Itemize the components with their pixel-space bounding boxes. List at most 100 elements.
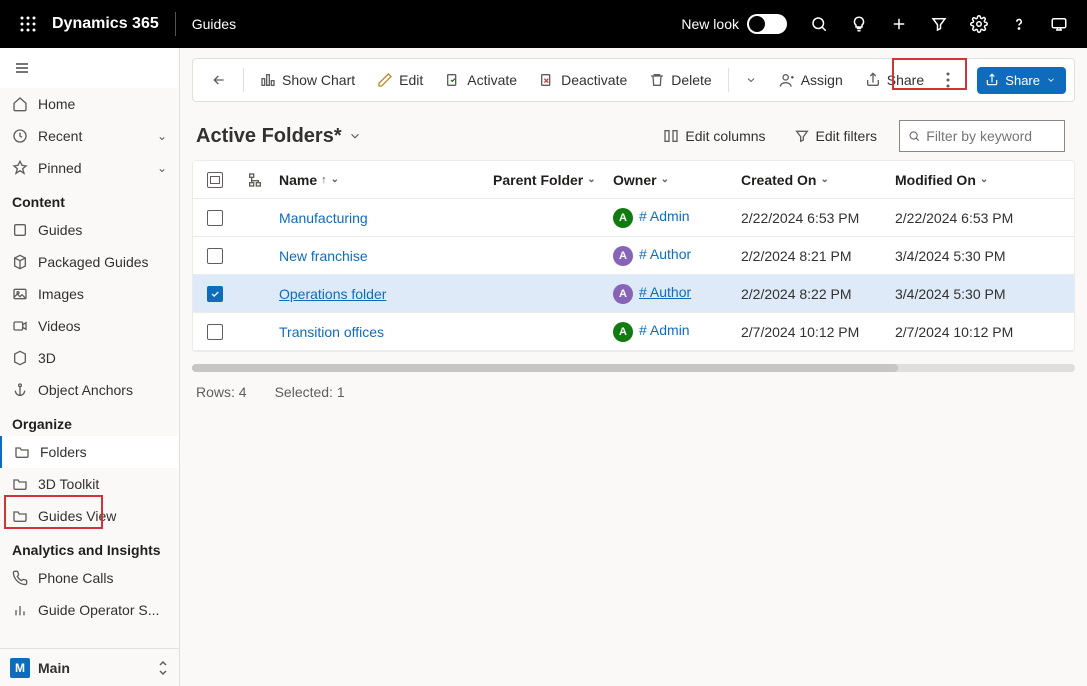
edit-button[interactable]: Edit [367, 66, 433, 94]
nav-videos[interactable]: Videos [0, 310, 179, 342]
toggle-switch[interactable] [747, 14, 787, 34]
col-name[interactable]: Name↑⌄ [273, 172, 493, 188]
owner-link[interactable]: # Author [639, 284, 691, 300]
share-button[interactable]: Share [855, 66, 934, 94]
support-icon[interactable] [1039, 15, 1079, 33]
created-cell: 2/7/2024 10:12 PM [741, 324, 895, 340]
share-primary-button[interactable]: Share [977, 67, 1066, 94]
col-modified[interactable]: Modified On⌄ [895, 172, 1074, 188]
col-owner[interactable]: Owner⌄ [613, 172, 741, 188]
new-look-toggle[interactable]: New look [669, 14, 799, 34]
nav-recent[interactable]: Recent⌄ [0, 120, 179, 152]
nav-guide-operator[interactable]: Guide Operator S... [0, 594, 179, 626]
created-cell: 2/2/2024 8:22 PM [741, 286, 895, 302]
nav-group-organize: Organize [0, 406, 179, 436]
table-row[interactable]: Manufacturing A# Admin 2/22/2024 6:53 PM… [193, 199, 1074, 237]
folder-icon [12, 476, 28, 492]
view-title[interactable]: Active Folders* [196, 125, 362, 148]
nav-group-analytics: Analytics and Insights [0, 532, 179, 562]
chart-icon [12, 602, 28, 618]
pencil-icon [377, 72, 393, 88]
settings-icon[interactable] [959, 15, 999, 33]
owner-link[interactable]: # Admin [639, 322, 690, 338]
record-link[interactable]: Manufacturing [279, 210, 368, 226]
chevron-down-icon: ⌄ [587, 174, 595, 185]
edit-columns-button[interactable]: Edit columns [657, 124, 771, 148]
search-box[interactable] [899, 120, 1065, 152]
product-name[interactable]: Dynamics 365 [48, 15, 169, 33]
owner-link[interactable]: # Author [639, 246, 691, 262]
chevron-updown-icon [157, 660, 169, 676]
grid-header: Name↑⌄ Parent Folder⌄ Owner⌄ Created On⌄… [193, 161, 1074, 199]
image-icon [12, 286, 28, 302]
showchart-button[interactable]: Show Chart [250, 66, 365, 94]
modified-cell: 3/4/2024 5:30 PM [895, 286, 1074, 302]
table-row[interactable]: Transition offices A # Admin 2/7/2024 10:… [193, 313, 1074, 351]
selected-count: Selected: 1 [275, 384, 345, 400]
app-launcher-icon[interactable] [8, 16, 48, 32]
nav-guides[interactable]: Guides [0, 214, 179, 246]
search-icon[interactable] [799, 15, 839, 33]
avatar: A [613, 246, 633, 266]
nav-images[interactable]: Images [0, 278, 179, 310]
nav-3d-toolkit[interactable]: 3D Toolkit [0, 468, 179, 500]
cube-icon [12, 350, 28, 366]
main-content: Show Chart Edit Activate Deactivate Dele… [180, 48, 1087, 686]
view-header: Active Folders* Edit columns Edit filter… [192, 102, 1075, 160]
modified-cell: 2/7/2024 10:12 PM [895, 324, 1074, 340]
delete-chevron[interactable] [735, 68, 767, 92]
book-icon [12, 222, 28, 238]
table-row[interactable]: Operations folder A# Author 2/2/2024 8:2… [193, 275, 1074, 313]
overflow-button[interactable] [936, 66, 960, 94]
record-link[interactable]: Operations folder [279, 286, 386, 302]
app-name[interactable]: Guides [182, 16, 246, 32]
row-checkbox[interactable] [207, 210, 223, 226]
nav-pinned[interactable]: Pinned⌄ [0, 152, 179, 184]
deactivate-button[interactable]: Deactivate [529, 66, 637, 94]
edit-filters-button[interactable]: Edit filters [788, 124, 883, 148]
row-checkbox[interactable] [207, 286, 223, 302]
row-checkbox[interactable] [207, 324, 223, 340]
activate-button[interactable]: Activate [435, 66, 527, 94]
record-link[interactable]: New franchise [279, 248, 368, 264]
nav-object-anchors[interactable]: Object Anchors [0, 374, 179, 406]
nav-packaged-guides[interactable]: Packaged Guides [0, 246, 179, 278]
avatar: A [613, 208, 633, 228]
delete-button[interactable]: Delete [639, 66, 721, 94]
environment-badge: M [10, 658, 30, 678]
rows-count: Rows: 4 [196, 384, 247, 400]
help-icon[interactable] [999, 15, 1039, 33]
filter-icon [794, 128, 810, 144]
back-button[interactable] [201, 66, 237, 94]
nav-phone-calls[interactable]: Phone Calls [0, 562, 179, 594]
add-icon[interactable] [879, 15, 919, 33]
horizontal-scrollbar[interactable] [192, 364, 1075, 372]
assign-button[interactable]: Assign [769, 66, 853, 94]
sort-asc-icon: ↑ [321, 174, 327, 186]
record-link[interactable]: Transition offices [279, 324, 384, 340]
col-created[interactable]: Created On⌄ [741, 172, 895, 188]
deactivate-icon [539, 72, 555, 88]
trash-icon [649, 72, 665, 88]
row-checkbox[interactable] [207, 248, 223, 264]
col-parent[interactable]: Parent Folder⌄ [493, 172, 613, 188]
clock-icon [12, 128, 28, 144]
nav-home[interactable]: Home [0, 88, 179, 120]
filter-icon[interactable] [919, 15, 959, 33]
share-icon [865, 72, 881, 88]
environment-picker[interactable]: M Main [0, 648, 179, 686]
hamburger-icon[interactable] [0, 48, 179, 88]
created-cell: 2/2/2024 8:21 PM [741, 248, 895, 264]
chevron-down-icon: ⌄ [157, 129, 167, 143]
person-icon [779, 72, 795, 88]
lightbulb-icon[interactable] [839, 15, 879, 33]
select-all-checkbox[interactable] [207, 172, 223, 188]
nav-3d[interactable]: 3D [0, 342, 179, 374]
avatar: A [613, 322, 633, 342]
search-input[interactable] [926, 128, 1056, 144]
owner-link[interactable]: # Admin [639, 208, 690, 224]
table-row[interactable]: New franchise A # Author 2/2/2024 8:21 PM… [193, 237, 1074, 275]
nav-guides-view[interactable]: Guides View [0, 500, 179, 532]
nav-folders[interactable]: Folders [0, 436, 179, 468]
hierarchy-icon[interactable] [247, 172, 263, 188]
